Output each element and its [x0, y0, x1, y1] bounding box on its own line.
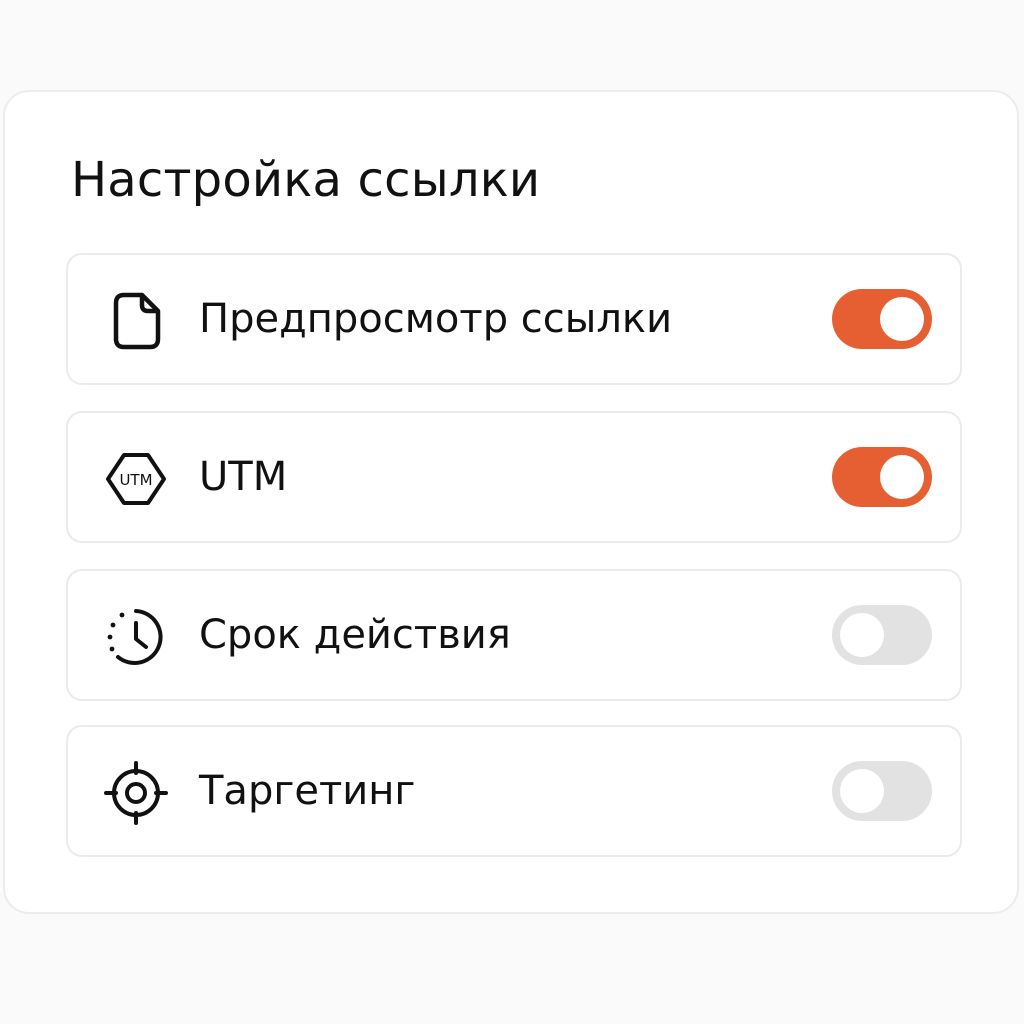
- setting-row-utm: UTM UTM: [66, 411, 962, 543]
- setting-label-link-preview: Предпросмотр ссылки: [199, 296, 673, 342]
- setting-row-targeting: Таргетинг: [66, 725, 962, 857]
- setting-label-utm: UTM: [199, 454, 288, 500]
- link-settings-panel: Настройка ссылки Предпросмотр ссылки UTM…: [3, 90, 1019, 914]
- targeting-toggle[interactable]: [832, 761, 932, 821]
- toggle-knob: [840, 769, 884, 813]
- clock-icon: [104, 605, 168, 669]
- setting-row-expiration: Срок действия: [66, 569, 962, 701]
- toggle-knob: [880, 455, 924, 499]
- toggle-knob: [880, 297, 924, 341]
- setting-row-link-preview: Предпросмотр ссылки: [66, 253, 962, 385]
- svg-text:UTM: UTM: [119, 471, 152, 489]
- document-icon: [104, 289, 168, 353]
- utm-toggle[interactable]: [832, 447, 932, 507]
- utm-hexagon-icon: UTM: [104, 447, 168, 511]
- setting-label-expiration: Срок действия: [199, 612, 511, 658]
- setting-label-targeting: Таргетинг: [199, 768, 416, 814]
- panel-title: Настройка ссылки: [71, 152, 541, 208]
- target-crosshair-icon: [104, 761, 168, 825]
- link-preview-toggle[interactable]: [832, 289, 932, 349]
- expiration-toggle[interactable]: [832, 605, 932, 665]
- toggle-knob: [840, 613, 884, 657]
